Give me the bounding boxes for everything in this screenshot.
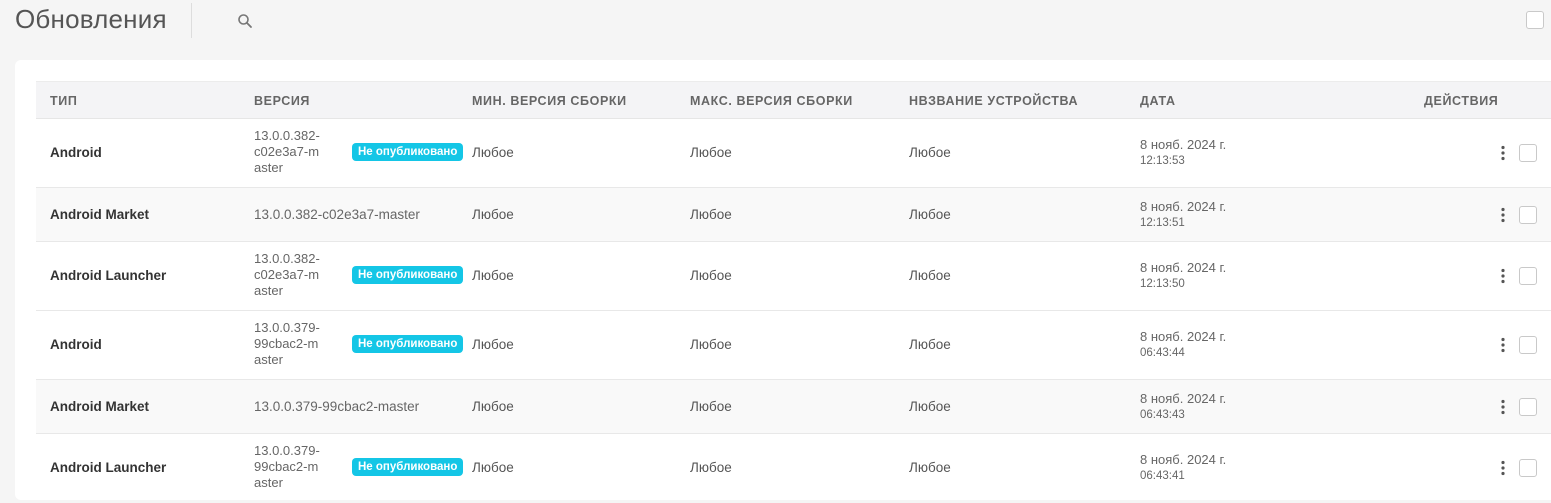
row-date-day: 8 нояб. 2024 г. <box>1140 199 1227 214</box>
row-max-build: Любое <box>690 399 732 414</box>
row-checkbox[interactable] <box>1519 206 1537 224</box>
row-date-day: 8 нояб. 2024 г. <box>1140 452 1227 467</box>
search-button[interactable] <box>236 12 254 30</box>
row-max-build: Любое <box>690 337 732 352</box>
table-row[interactable]: Android Launcher 13.0.0.382-c02e3a7-mast… <box>36 242 1551 311</box>
row-date-time: 06:43:41 <box>1140 470 1185 482</box>
row-max-build: Любое <box>690 207 732 222</box>
row-date: 8 нояб. 2024 г. 12:13:50 <box>1140 260 1226 292</box>
more-vertical-icon <box>1501 460 1505 476</box>
row-type: Android Launcher <box>50 268 167 283</box>
row-date-day: 8 нояб. 2024 г. <box>1140 137 1227 152</box>
row-min-build: Любое <box>472 268 514 283</box>
column-header-min-build[interactable]: МИН. ВЕРСИЯ СБОРКИ <box>472 94 627 108</box>
row-date-time: 12:13:53 <box>1140 155 1185 167</box>
row-version: 13.0.0.382-c02e3a7-master <box>254 207 420 222</box>
row-device-name: Любое <box>909 268 951 283</box>
row-actions-button[interactable] <box>1496 459 1510 477</box>
row-actions-button[interactable] <box>1496 336 1510 354</box>
row-checkbox[interactable] <box>1519 459 1537 477</box>
more-vertical-icon <box>1501 268 1505 284</box>
row-device-name: Любое <box>909 460 951 475</box>
more-vertical-icon <box>1501 399 1505 415</box>
table-row[interactable]: Android Launcher 13.0.0.379-99cbac2-mast… <box>36 434 1551 503</box>
row-version: 13.0.0.379-99cbac2-master <box>254 320 320 367</box>
row-device-name: Любое <box>909 207 951 222</box>
row-min-build: Любое <box>472 337 514 352</box>
row-version: 13.0.0.379-99cbac2-master <box>254 399 420 414</box>
more-vertical-icon <box>1501 337 1505 353</box>
column-header-date[interactable]: ДАТА <box>1140 94 1176 108</box>
row-date: 8 нояб. 2024 г. 06:43:43 <box>1140 391 1226 423</box>
column-header-version[interactable]: ВЕРСИЯ <box>254 94 310 108</box>
row-version: 13.0.0.379-99cbac2-master <box>254 443 320 490</box>
more-vertical-icon <box>1501 207 1505 223</box>
column-header-device-name[interactable]: НВЗВАНИЕ УСТРОЙСТВА <box>909 94 1078 108</box>
row-checkbox[interactable] <box>1519 336 1537 354</box>
row-min-build: Любое <box>472 145 514 160</box>
row-type: Android Launcher <box>50 460 167 475</box>
row-checkbox[interactable] <box>1519 144 1537 162</box>
column-header-actions: ДЕЙСТВИЯ <box>1424 94 1499 108</box>
row-type: Android <box>50 337 102 352</box>
row-date-time: 06:43:44 <box>1140 347 1185 359</box>
table-header: ТИП ВЕРСИЯ МИН. ВЕРСИЯ СБОРКИ МАКС. ВЕРС… <box>36 81 1551 119</box>
row-max-build: Любое <box>690 145 732 160</box>
row-date: 8 нояб. 2024 г. 06:43:44 <box>1140 329 1226 361</box>
status-badge: Не опубликовано <box>352 266 464 284</box>
row-min-build: Любое <box>472 399 514 414</box>
row-checkbox[interactable] <box>1519 398 1537 416</box>
row-date-day: 8 нояб. 2024 г. <box>1140 260 1227 275</box>
row-actions-button[interactable] <box>1496 144 1510 162</box>
table-row[interactable]: Android 13.0.0.382-c02e3a7-master Не опу… <box>36 119 1551 188</box>
search-icon <box>238 14 252 28</box>
row-device-name: Любое <box>909 399 951 414</box>
more-vertical-icon <box>1501 145 1505 161</box>
row-min-build: Любое <box>472 460 514 475</box>
page-title: Обновления <box>15 4 167 34</box>
row-min-build: Любое <box>472 207 514 222</box>
row-version: 13.0.0.382-c02e3a7-master <box>254 251 320 298</box>
updates-table: ТИП ВЕРСИЯ МИН. ВЕРСИЯ СБОРКИ МАКС. ВЕРС… <box>36 81 1551 503</box>
status-badge: Не опубликовано <box>352 143 464 161</box>
status-badge: Не опубликовано <box>352 458 464 476</box>
row-type: Android Market <box>50 399 150 414</box>
row-actions-button[interactable] <box>1496 206 1510 224</box>
select-all-checkbox[interactable] <box>1526 11 1544 29</box>
row-date: 8 нояб. 2024 г. 12:13:51 <box>1140 199 1226 231</box>
row-date-day: 8 нояб. 2024 г. <box>1140 391 1227 406</box>
row-version: 13.0.0.382-c02e3a7-master <box>254 128 320 175</box>
row-date-time: 12:13:51 <box>1140 217 1185 229</box>
row-device-name: Любое <box>909 145 951 160</box>
row-actions-button[interactable] <box>1496 267 1510 285</box>
row-date: 8 нояб. 2024 г. 12:13:53 <box>1140 137 1226 169</box>
row-date-day: 8 нояб. 2024 г. <box>1140 329 1227 344</box>
table-row[interactable]: Android Market 13.0.0.382-c02e3a7-master… <box>36 188 1551 242</box>
column-header-type[interactable]: ТИП <box>50 94 77 108</box>
row-max-build: Любое <box>690 268 732 283</box>
table-row[interactable]: Android Market 13.0.0.379-99cbac2-master… <box>36 380 1551 434</box>
row-device-name: Любое <box>909 337 951 352</box>
row-max-build: Любое <box>690 460 732 475</box>
row-type: Android Market <box>50 207 150 222</box>
row-actions-button[interactable] <box>1496 398 1510 416</box>
top-bar: Обновления <box>0 0 1551 50</box>
row-date-time: 06:43:43 <box>1140 409 1185 421</box>
row-checkbox[interactable] <box>1519 267 1537 285</box>
table-row[interactable]: Android 13.0.0.379-99cbac2-master Не опу… <box>36 311 1551 380</box>
column-header-max-build[interactable]: МАКС. ВЕРСИЯ СБОРКИ <box>690 94 853 108</box>
status-badge: Не опубликовано <box>352 335 464 353</box>
row-date-time: 12:13:50 <box>1140 278 1185 290</box>
row-type: Android <box>50 145 102 160</box>
row-date: 8 нояб. 2024 г. 06:43:41 <box>1140 452 1226 484</box>
title-divider <box>191 3 192 38</box>
